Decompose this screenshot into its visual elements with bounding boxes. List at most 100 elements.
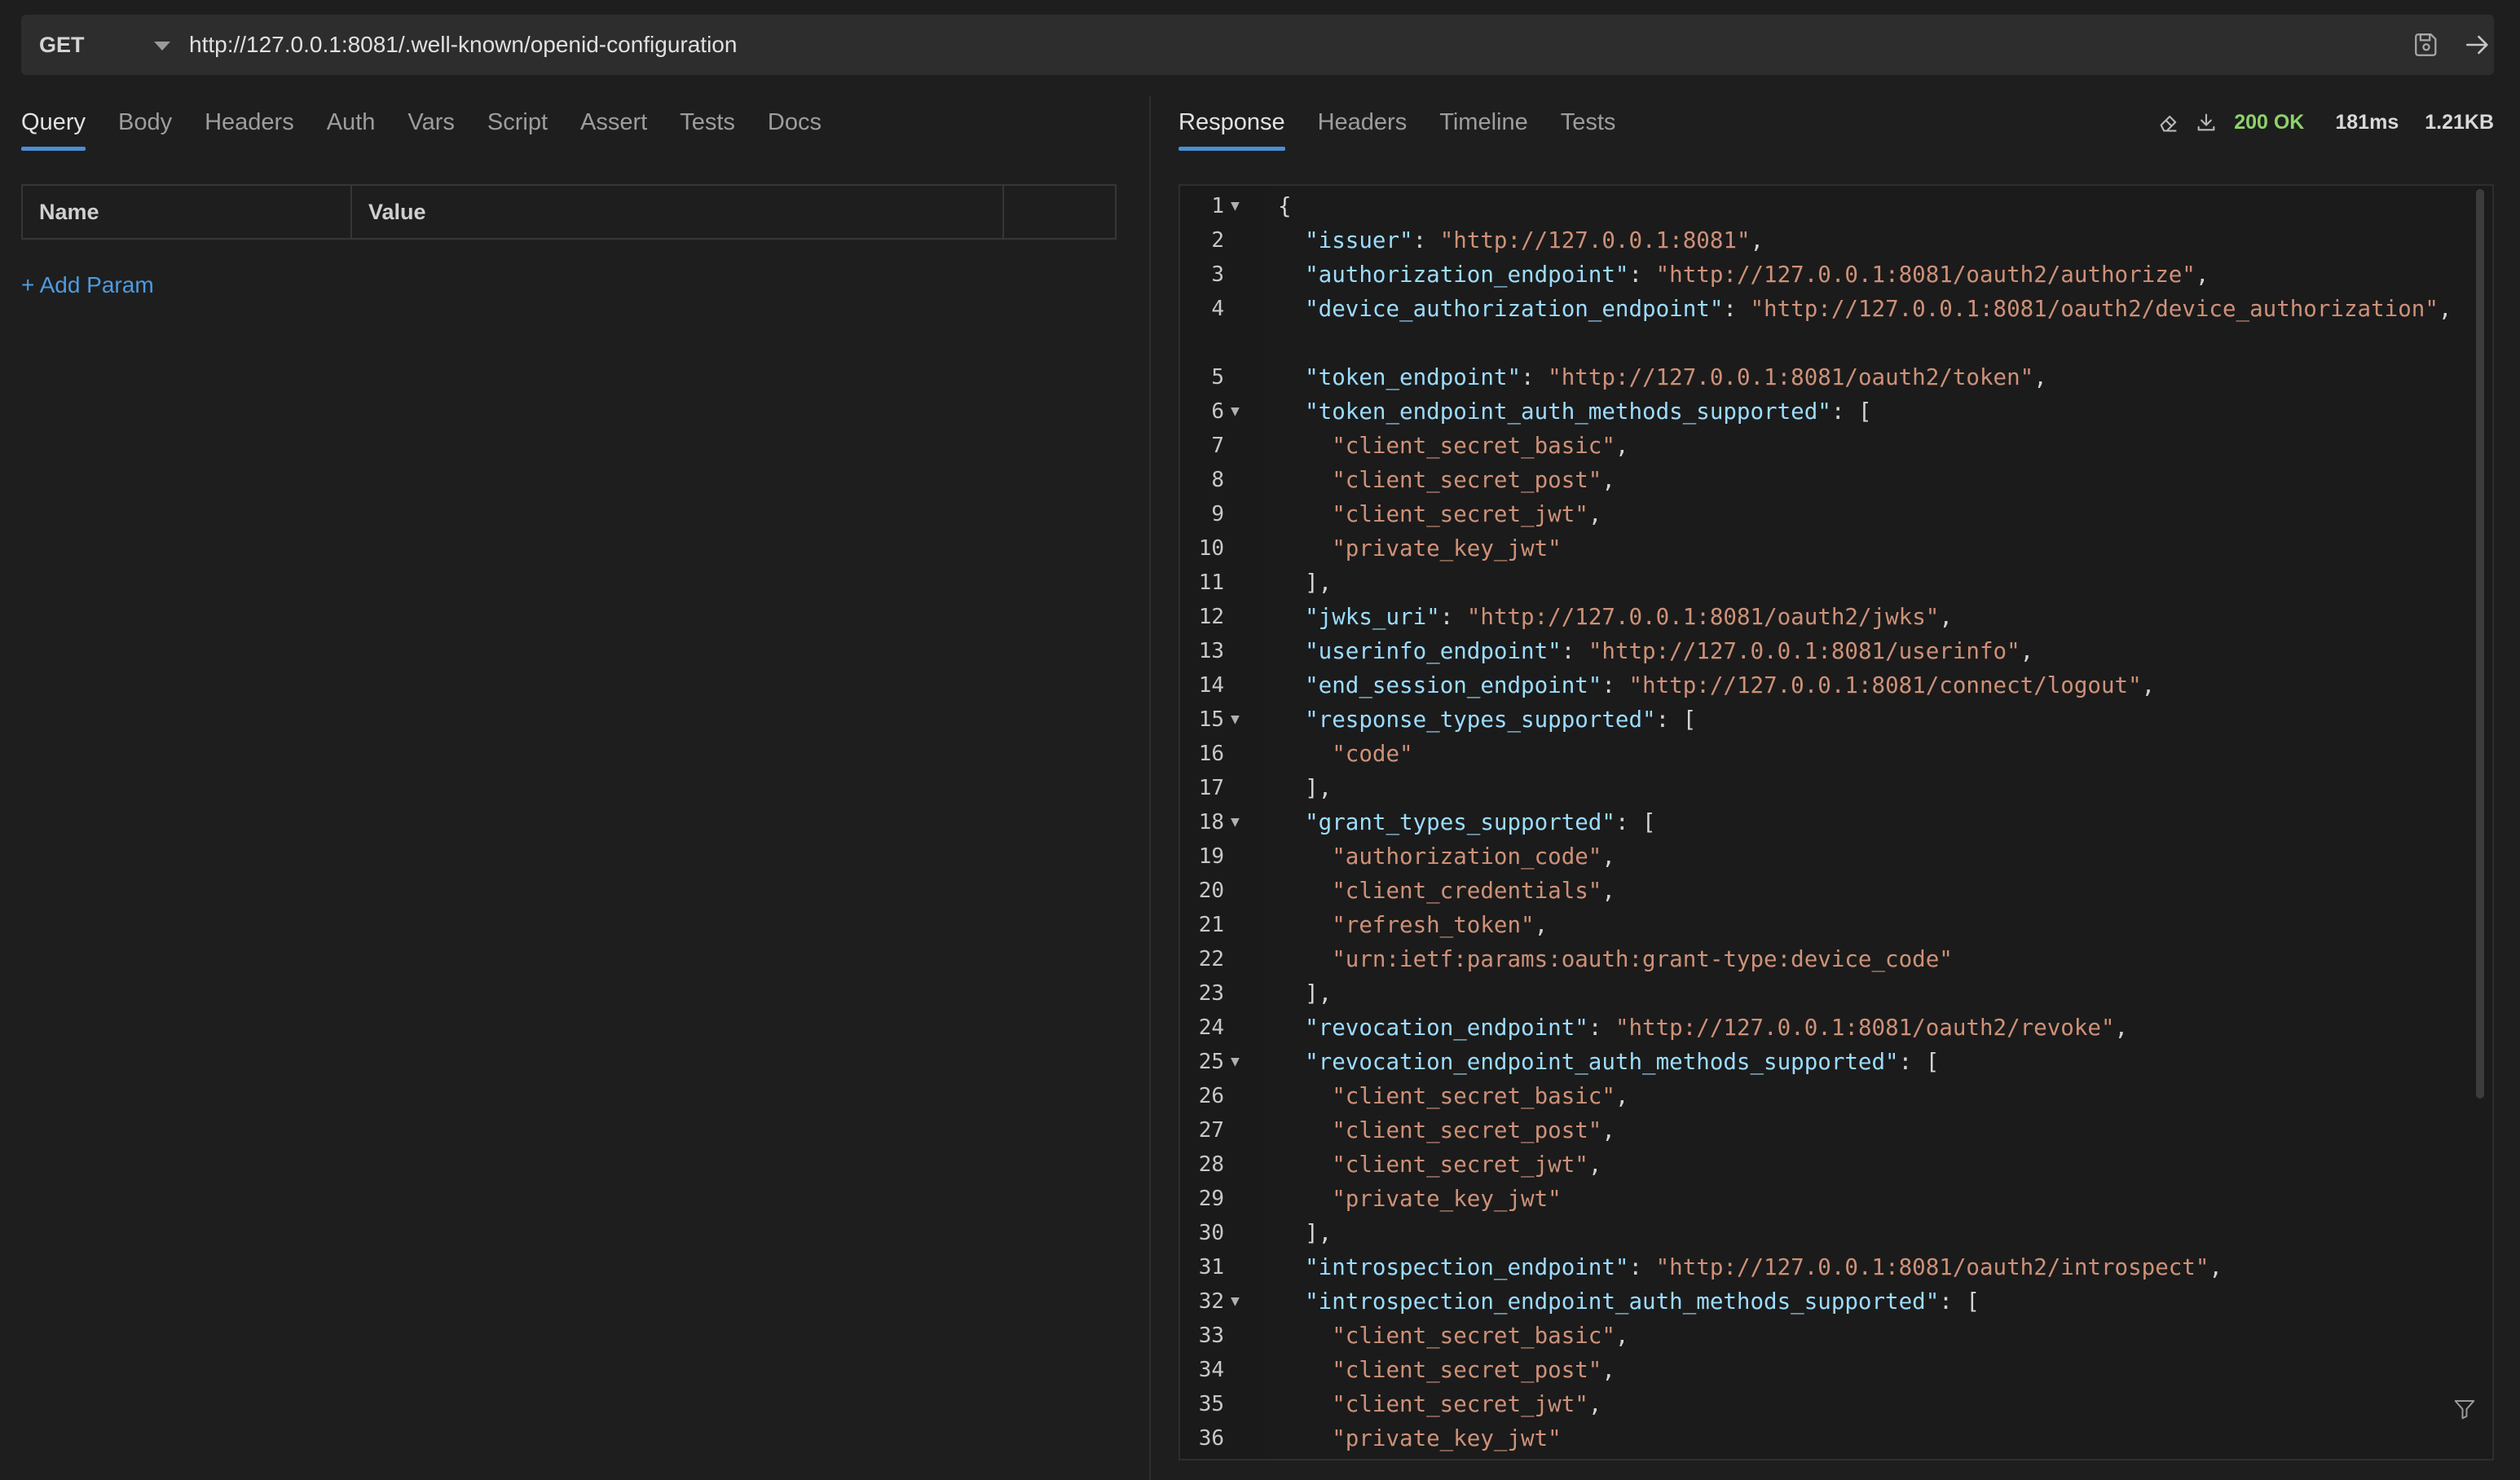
- column-header-actions: [1004, 186, 1115, 238]
- fold-toggle-icon[interactable]: ▼: [1231, 394, 1240, 429]
- line-number: 17: [1198, 776, 1224, 800]
- code-line: 36 "private_key_jwt": [1180, 1421, 2492, 1456]
- download-icon[interactable]: [2195, 111, 2218, 134]
- line-number: 20: [1198, 879, 1224, 903]
- code-text: "client_secret_post",: [1332, 1117, 1615, 1143]
- code-text: "response_types_supported": [: [1305, 707, 1697, 733]
- fold-toggle-icon[interactable]: ▼: [1231, 1045, 1240, 1079]
- code-line: 20 "client_credentials",: [1180, 874, 2492, 908]
- response-status: 200 OK 181ms 1.21KB: [2157, 104, 2494, 140]
- code-text: "client_secret_basic",: [1332, 433, 1629, 459]
- response-tab-response[interactable]: Response: [1178, 104, 1285, 153]
- response-tab-headers[interactable]: Headers: [1318, 104, 1408, 153]
- code-line: 13 "userinfo_endpoint": "http://127.0.0.…: [1180, 634, 2492, 668]
- response-size: 1.21KB: [2425, 110, 2494, 134]
- fold-toggle-icon[interactable]: ▼: [1231, 1284, 1240, 1319]
- line-number: 21: [1198, 913, 1224, 937]
- params-table: Name Value: [21, 184, 1117, 240]
- code-line: 16 "code": [1180, 737, 2492, 771]
- line-number: 35: [1198, 1392, 1224, 1416]
- response-time: 181ms: [2335, 110, 2399, 134]
- code-line: 23 ],: [1180, 976, 2492, 1011]
- url-input[interactable]: http://127.0.0.1:8081/.well-known/openid…: [168, 15, 2368, 75]
- response-tab-tests[interactable]: Tests: [1561, 104, 1616, 153]
- line-number: 24: [1198, 1015, 1224, 1040]
- tab-vars[interactable]: Vars: [408, 104, 454, 153]
- code-line: 4 "device_authorization_endpoint": "http…: [1180, 292, 2492, 360]
- line-number: 4: [1211, 297, 1224, 321]
- save-icon[interactable]: [2412, 31, 2440, 59]
- code-line: 14 "end_session_endpoint": "http://127.0…: [1180, 668, 2492, 703]
- code-line: 1 ▼ {: [1180, 189, 2492, 223]
- code-line: 7 "client_secret_basic",: [1180, 429, 2492, 463]
- code-text: ],: [1278, 775, 1333, 801]
- response-tab-timeline[interactable]: Timeline: [1439, 104, 1528, 153]
- code-line: 28 "client_secret_jwt",: [1180, 1147, 2492, 1182]
- code-text: "client_secret_jwt",: [1332, 1391, 1602, 1417]
- method-select[interactable]: GET: [39, 15, 85, 75]
- tab-query[interactable]: Query: [21, 104, 86, 153]
- pane-divider[interactable]: [1149, 96, 1151, 1480]
- code-line: 9 "client_secret_jwt",: [1180, 497, 2492, 531]
- code-line: 15 ▼ "response_types_supported": [: [1180, 703, 2492, 737]
- line-number: 10: [1198, 536, 1224, 561]
- code-line: 25 ▼ "revocation_endpoint_auth_methods_su…: [1180, 1045, 2492, 1079]
- code-line: 10 "private_key_jwt": [1180, 531, 2492, 566]
- line-number: 3: [1211, 262, 1224, 287]
- code-text: "introspection_endpoint": "http://127.0.…: [1305, 1254, 2223, 1280]
- code-text: "authorization_endpoint": "http://127.0.…: [1305, 262, 2209, 288]
- tab-tests[interactable]: Tests: [680, 104, 735, 153]
- code-line: 18 ▼ "grant_types_supported": [: [1180, 805, 2492, 839]
- line-number: 36: [1198, 1426, 1224, 1451]
- line-number: 7: [1211, 434, 1224, 458]
- line-number: 32: [1198, 1289, 1224, 1314]
- line-number: 30: [1198, 1221, 1224, 1245]
- code-text: "device_authorization_endpoint": "http:/…: [1305, 296, 2452, 322]
- code-text: "introspection_endpoint_auth_methods_sup…: [1305, 1288, 1980, 1315]
- code-text: "refresh_token",: [1332, 912, 1549, 938]
- code-line: 11 ],: [1180, 566, 2492, 600]
- code-text: "token_endpoint": "http://127.0.0.1:8081…: [1305, 364, 2047, 390]
- fold-toggle-icon[interactable]: ▼: [1231, 189, 1240, 223]
- code-line: 34 "client_secret_post",: [1180, 1353, 2492, 1387]
- code-text: "code": [1332, 741, 1413, 767]
- code-text: "issuer": "http://127.0.0.1:8081",: [1305, 227, 1764, 253]
- fold-toggle-icon[interactable]: ▼: [1231, 805, 1240, 839]
- line-number: 15: [1198, 707, 1224, 732]
- line-number: 23: [1198, 981, 1224, 1006]
- line-number: 6: [1211, 399, 1224, 424]
- arrow-right-icon[interactable]: [2463, 31, 2492, 59]
- code-text: "client_secret_post",: [1332, 1357, 1615, 1383]
- code-text: ],: [1278, 570, 1333, 596]
- line-number: 9: [1211, 502, 1224, 526]
- code-line: 35 "client_secret_jwt",: [1180, 1387, 2492, 1421]
- line-number: 29: [1198, 1187, 1224, 1211]
- code-line: 19 "authorization_code",: [1180, 839, 2492, 874]
- add-param-button[interactable]: + Add Param: [21, 272, 154, 298]
- code-line: 3 "authorization_endpoint": "http://127.…: [1180, 258, 2492, 292]
- code-text: "client_secret_jwt",: [1332, 1152, 1602, 1178]
- code-text: "userinfo_endpoint": "http://127.0.0.1:8…: [1305, 638, 2034, 664]
- eraser-icon[interactable]: [2157, 111, 2180, 134]
- tab-docs[interactable]: Docs: [768, 104, 822, 153]
- tab-body[interactable]: Body: [118, 104, 172, 153]
- line-number: 1: [1211, 194, 1224, 218]
- request-tabs: Query Body Headers Auth Vars Script Assert Test…: [21, 104, 854, 153]
- response-viewer[interactable]: 1 ▼{2 "issuer": "http://127.0.0.1:8081", 3…: [1178, 184, 2494, 1460]
- code-line: 6 ▼ "token_endpoint_auth_methods_supporte…: [1180, 394, 2492, 429]
- tab-script[interactable]: Script: [487, 104, 548, 153]
- code-text: "revocation_endpoint": "http://127.0.0.1…: [1305, 1015, 2129, 1041]
- tab-assert[interactable]: Assert: [580, 104, 647, 153]
- code-line: 30 ],: [1180, 1216, 2492, 1250]
- code-text: "urn:ietf:params:oauth:grant-type:device…: [1332, 946, 1953, 972]
- response-scrollbar[interactable]: [2476, 189, 2484, 1099]
- fold-toggle-icon[interactable]: ▼: [1231, 703, 1240, 737]
- tab-auth[interactable]: Auth: [327, 104, 376, 153]
- code-text: "client_secret_post",: [1332, 467, 1615, 493]
- code-line: 8 "client_secret_post",: [1180, 463, 2492, 497]
- filter-icon[interactable]: [2452, 1397, 2478, 1421]
- response-body: 1 ▼{2 "issuer": "http://127.0.0.1:8081", 3…: [1180, 189, 2492, 1456]
- tab-headers[interactable]: Headers: [205, 104, 294, 153]
- line-number: 14: [1198, 673, 1224, 698]
- code-line: 24 "revocation_endpoint": "http://127.0.…: [1180, 1011, 2492, 1045]
